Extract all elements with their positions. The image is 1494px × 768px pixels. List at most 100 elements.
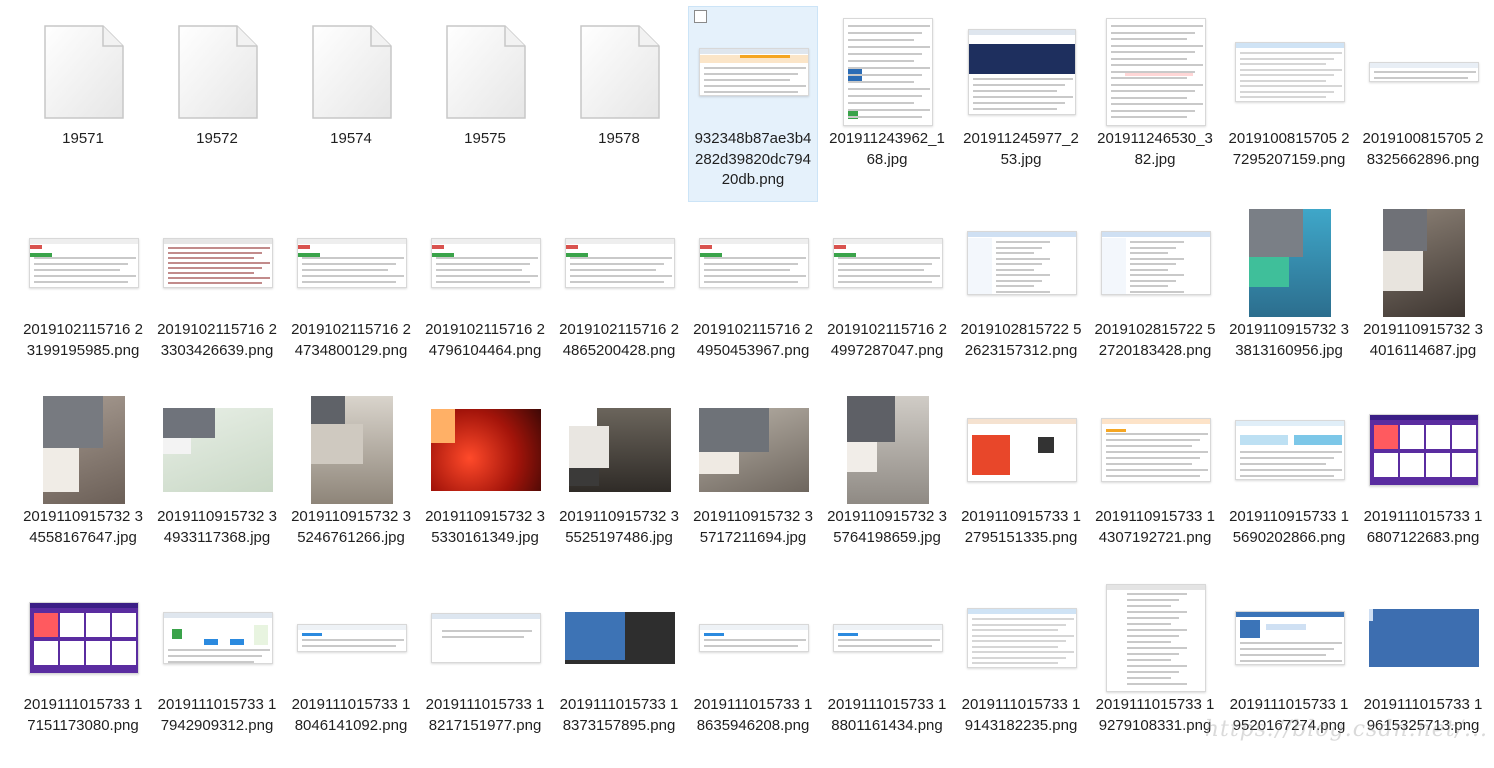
file-item[interactable]: 2019111015733 18801161434.png xyxy=(822,572,952,768)
generic-file-icon xyxy=(44,25,124,119)
file-item[interactable]: 2019111015733 18373157895.png xyxy=(554,572,684,768)
file-name: 19572 xyxy=(196,130,238,147)
file-name: 2019100815705 27295207159.png xyxy=(1228,130,1350,168)
file-item[interactable]: 2019110915732 35525197486.jpg xyxy=(554,384,684,580)
file-item[interactable]: 2019110915733 12795151335.png xyxy=(956,384,1086,580)
file-thumbnail xyxy=(1364,12,1484,132)
file-name: 201911243962_168.jpg xyxy=(829,130,945,168)
file-item[interactable]: 2019102115716 24734800129.png xyxy=(286,197,416,393)
file-thumbnail xyxy=(1096,578,1216,698)
file-item[interactable]: 2019110915732 33813160956.jpg xyxy=(1224,197,1354,393)
file-item[interactable]: 19578 xyxy=(554,6,684,202)
file-thumbnail xyxy=(158,390,278,510)
selection-checkbox[interactable] xyxy=(694,10,707,23)
file-name: 201911246530_382.jpg xyxy=(1097,130,1213,168)
file-thumbnail xyxy=(426,390,546,510)
file-name: 2019111015733 17942909312.png xyxy=(157,696,277,734)
file-thumbnail xyxy=(1364,203,1484,323)
file-thumbnail xyxy=(1096,390,1216,510)
file-name: 2019102115716 24997287047.png xyxy=(827,321,947,359)
file-item[interactable]: 2019111015733 17942909312.png xyxy=(152,572,282,768)
file-name: 2019110915733 12795151335.png xyxy=(961,508,1081,546)
file-thumbnail xyxy=(292,203,412,323)
file-item[interactable]: 19575 xyxy=(420,6,550,202)
file-thumbnail xyxy=(158,203,278,323)
file-name: 2019110915732 35717211694.jpg xyxy=(693,508,813,546)
file-name: 2019110915732 34016114687.jpg xyxy=(1363,321,1483,359)
file-name: 2019102115716 24950453967.png xyxy=(693,321,813,359)
file-thumbnail xyxy=(24,578,144,698)
file-item[interactable]: 932348b87ae3b4282d39820dc79420db.png xyxy=(688,6,818,202)
file-item[interactable]: 19574 xyxy=(286,6,416,202)
file-name: 2019110915732 35525197486.jpg xyxy=(559,508,679,546)
file-thumbnail xyxy=(24,390,144,510)
file-item[interactable]: 2019111015733 17151173080.png xyxy=(18,572,148,768)
file-item[interactable]: 19572 xyxy=(152,6,282,202)
file-item[interactable]: 19571 xyxy=(18,6,148,202)
file-name: 2019111015733 18046141092.png xyxy=(291,696,411,734)
file-name: 2019100815705 28325662896.png xyxy=(1362,130,1484,168)
file-thumbnail xyxy=(1230,578,1350,698)
file-item[interactable]: 201911246530_382.jpg xyxy=(1090,6,1220,202)
file-item[interactable]: 2019110915732 34016114687.jpg xyxy=(1358,197,1488,393)
file-thumbnail xyxy=(1096,203,1216,323)
file-thumbnail xyxy=(24,12,144,132)
file-thumbnail xyxy=(828,203,948,323)
file-thumbnail xyxy=(560,203,680,323)
file-item[interactable]: 2019111015733 16807122683.png xyxy=(1358,384,1488,580)
file-item[interactable]: 2019102115716 23199195985.png xyxy=(18,197,148,393)
file-item[interactable]: 201911245977_253.jpg xyxy=(956,6,1086,202)
file-item[interactable]: 2019110915732 35764198659.jpg xyxy=(822,384,952,580)
file-item[interactable]: 2019110915732 35717211694.jpg xyxy=(688,384,818,580)
file-item[interactable]: 2019111015733 18046141092.png xyxy=(286,572,416,768)
file-thumbnail xyxy=(1230,12,1350,132)
file-thumbnail xyxy=(560,390,680,510)
file-name: 2019110915732 34558167647.jpg xyxy=(23,508,143,546)
file-name: 19571 xyxy=(62,130,104,147)
file-item[interactable]: 2019102115716 24865200428.png xyxy=(554,197,684,393)
generic-file-icon xyxy=(580,25,660,119)
file-item[interactable]: 2019110915732 35330161349.jpg xyxy=(420,384,550,580)
file-item[interactable]: 2019111015733 18635946208.png xyxy=(688,572,818,768)
file-name: 2019111015733 18801161434.png xyxy=(827,696,947,734)
file-name: 2019110915733 14307192721.png xyxy=(1095,508,1215,546)
file-thumbnail xyxy=(828,12,948,132)
file-item[interactable]: 2019110915733 15690202866.png xyxy=(1224,384,1354,580)
file-item[interactable]: 2019102115716 24997287047.png xyxy=(822,197,952,393)
file-item[interactable]: 2019102815722 52623157312.png xyxy=(956,197,1086,393)
file-thumbnail xyxy=(694,390,814,510)
file-name: 19574 xyxy=(330,130,372,147)
file-name: 19575 xyxy=(464,130,506,147)
generic-file-icon xyxy=(178,25,258,119)
file-name: 2019110915732 35246761266.jpg xyxy=(291,508,411,546)
file-item[interactable]: 2019111015733 19279108331.png xyxy=(1090,572,1220,768)
file-item[interactable]: 2019102815722 52720183428.png xyxy=(1090,197,1220,393)
file-thumbnail xyxy=(1364,578,1484,698)
file-item[interactable]: 2019100815705 28325662896.png xyxy=(1358,6,1488,202)
file-thumbnail xyxy=(426,12,546,132)
watermark: https://blog.csdn.net/... xyxy=(1204,717,1488,742)
file-item[interactable]: 2019110915733 14307192721.png xyxy=(1090,384,1220,580)
file-name: 2019110915732 35764198659.jpg xyxy=(827,508,947,546)
file-item[interactable]: 2019110915732 35246761266.jpg xyxy=(286,384,416,580)
file-thumbnail xyxy=(292,578,412,698)
file-item[interactable]: 2019100815705 27295207159.png xyxy=(1224,6,1354,202)
file-item[interactable]: 2019110915732 34558167647.jpg xyxy=(18,384,148,580)
file-name: 2019102115716 23303426639.png xyxy=(157,321,277,359)
file-item[interactable]: 2019102115716 24796104464.png xyxy=(420,197,550,393)
file-item[interactable]: 201911243962_168.jpg xyxy=(822,6,952,202)
file-thumbnail xyxy=(560,12,680,132)
file-thumbnail xyxy=(158,578,278,698)
file-item[interactable]: 2019110915732 34933117368.jpg xyxy=(152,384,282,580)
file-item[interactable]: 2019102115716 24950453967.png xyxy=(688,197,818,393)
file-item[interactable]: 2019102115716 23303426639.png xyxy=(152,197,282,393)
file-name: 2019111015733 18217151977.png xyxy=(425,696,545,734)
file-name: 2019111015733 18635946208.png xyxy=(693,696,813,734)
file-item[interactable]: 2019111015733 19143182235.png xyxy=(956,572,1086,768)
file-item[interactable]: 2019111015733 18217151977.png xyxy=(420,572,550,768)
file-thumbnail xyxy=(962,12,1082,132)
file-name: 2019102815722 52623157312.png xyxy=(960,321,1082,359)
file-grid: 19571 19572 19574 19575 19578 932348b87ae3b42… xyxy=(0,0,1494,746)
file-name: 2019110915732 34933117368.jpg xyxy=(157,508,277,546)
file-thumbnail xyxy=(828,390,948,510)
